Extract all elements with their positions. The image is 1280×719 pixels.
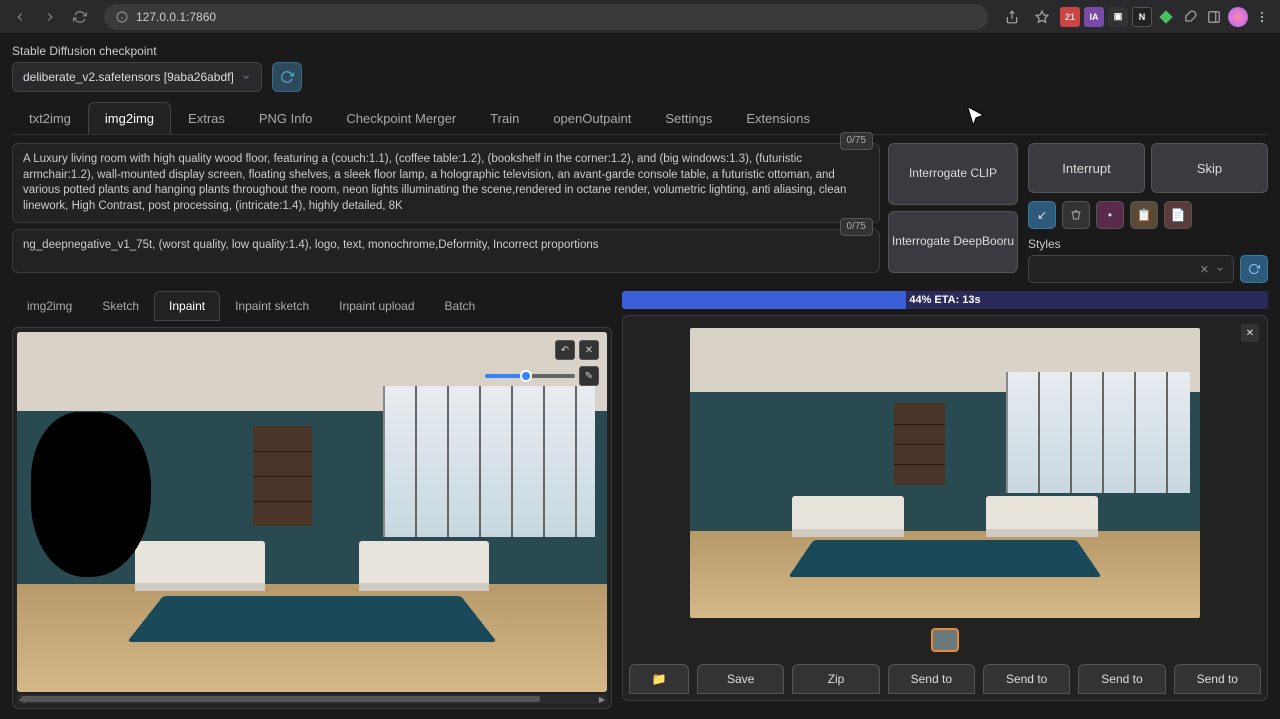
prompt-token-counter: 0/75 xyxy=(840,132,873,150)
tool-arrow-button[interactable]: ↙ xyxy=(1028,201,1056,229)
output-image[interactable] xyxy=(690,328,1200,618)
output-panel: ✕ 📁 Save Zip xyxy=(622,315,1268,701)
checkpoint-select[interactable]: deliberate_v2.safetensors [9aba26abdf] xyxy=(12,62,262,92)
chevron-down-icon xyxy=(1215,264,1225,274)
tab-pnginfo[interactable]: PNG Info xyxy=(242,102,329,134)
bookmark-button[interactable] xyxy=(1030,5,1054,29)
profile-button[interactable] xyxy=(1228,7,1248,27)
save-button[interactable]: Save xyxy=(697,664,784,694)
tab-openoutpaint[interactable]: openOutpaint xyxy=(536,102,648,134)
interrupt-button[interactable]: Interrupt xyxy=(1028,143,1145,193)
subtab-img2img[interactable]: img2img xyxy=(12,291,87,321)
styles-select[interactable]: ✕ xyxy=(1028,255,1234,283)
brush-edit-button[interactable]: ✎ xyxy=(579,366,599,386)
tab-extras[interactable]: Extras xyxy=(171,102,242,134)
tab-train[interactable]: Train xyxy=(473,102,536,134)
subtab-inpaint[interactable]: Inpaint xyxy=(154,291,220,321)
interrogate-clip-button[interactable]: Interrogate CLIP xyxy=(888,143,1018,205)
tab-settings[interactable]: Settings xyxy=(648,102,729,134)
extension-icon[interactable]: ▣ xyxy=(1108,7,1128,27)
output-thumbnail[interactable] xyxy=(931,628,959,652)
tool-trash-button[interactable] xyxy=(1062,201,1090,229)
clear-button[interactable]: ✕ xyxy=(579,340,599,360)
negative-prompt-textarea[interactable]: 0/75 ng_deepnegative_v1_75t, (worst qual… xyxy=(12,229,880,273)
subtab-inpaint-sketch[interactable]: Inpaint sketch xyxy=(220,291,324,321)
tab-extensions[interactable]: Extensions xyxy=(729,102,827,134)
refresh-checkpoint-button[interactable] xyxy=(272,62,302,92)
site-info-icon xyxy=(114,9,130,25)
menu-button[interactable] xyxy=(1252,7,1272,27)
apply-styles-button[interactable] xyxy=(1240,255,1268,283)
extensions-button[interactable] xyxy=(1180,7,1200,27)
chevron-down-icon xyxy=(241,72,251,82)
undo-button[interactable]: ↶ xyxy=(555,340,575,360)
extension-icon[interactable]: IA xyxy=(1084,7,1104,27)
main-tabs: txt2img img2img Extras PNG Info Checkpoi… xyxy=(12,102,1268,135)
styles-label: Styles xyxy=(1028,237,1268,251)
inpaint-canvas[interactable]: ↶ ✕ ✎ xyxy=(17,332,607,692)
reload-button[interactable] xyxy=(68,5,92,29)
subtab-sketch[interactable]: Sketch xyxy=(87,291,154,321)
extension-icon[interactable]: 21 xyxy=(1060,7,1080,27)
neg-prompt-text: ng_deepnegative_v1_75t, (worst quality, … xyxy=(23,239,599,251)
back-button[interactable] xyxy=(8,5,32,29)
tool-file-button[interactable]: 📄 xyxy=(1164,201,1192,229)
neg-prompt-token-counter: 0/75 xyxy=(840,218,873,236)
url-bar[interactable]: 127.0.0.1:7860 xyxy=(104,4,988,30)
inpaint-canvas-panel: ↶ ✕ ✎ ◀ ▶ xyxy=(12,327,612,709)
tool-pink-button[interactable]: • xyxy=(1096,201,1124,229)
tab-img2img[interactable]: img2img xyxy=(88,102,171,134)
sidepanel-button[interactable] xyxy=(1204,7,1224,27)
prompt-text: A Luxury living room with high quality w… xyxy=(23,153,846,212)
canvas-scrollbar[interactable]: ◀ ▶ xyxy=(17,694,607,704)
clear-styles-icon[interactable]: ✕ xyxy=(1200,263,1209,276)
open-folder-button[interactable]: 📁 xyxy=(629,664,689,694)
forward-button[interactable] xyxy=(38,5,62,29)
checkpoint-label: Stable Diffusion checkpoint xyxy=(12,44,262,58)
progress-bar: 44% ETA: 13s xyxy=(622,291,1268,309)
send-to-button-4[interactable]: Send to xyxy=(1174,664,1261,694)
skip-button[interactable]: Skip xyxy=(1151,143,1268,193)
url-text: 127.0.0.1:7860 xyxy=(136,10,216,24)
send-to-button-1[interactable]: Send to xyxy=(888,664,975,694)
tab-checkpoint-merger[interactable]: Checkpoint Merger xyxy=(329,102,473,134)
share-button[interactable] xyxy=(1000,5,1024,29)
subtab-batch[interactable]: Batch xyxy=(430,291,491,321)
checkpoint-value: deliberate_v2.safetensors [9aba26abdf] xyxy=(23,70,234,84)
progress-text: 44% ETA: 13s xyxy=(622,291,1268,309)
tool-clipboard-button[interactable]: 📋 xyxy=(1130,201,1158,229)
prompt-textarea[interactable]: 0/75 A Luxury living room with high qual… xyxy=(12,143,880,223)
send-to-button-2[interactable]: Send to xyxy=(983,664,1070,694)
inpaint-mask xyxy=(31,412,151,577)
brush-size-slider[interactable] xyxy=(485,374,575,378)
send-to-button-3[interactable]: Send to xyxy=(1078,664,1165,694)
extension-icon[interactable]: N xyxy=(1132,7,1152,27)
close-output-button[interactable]: ✕ xyxy=(1241,324,1259,342)
zip-button[interactable]: Zip xyxy=(792,664,879,694)
extension-icon[interactable] xyxy=(1156,7,1176,27)
interrogate-deepbooru-button[interactable]: Interrogate DeepBooru xyxy=(888,211,1018,273)
tab-txt2img[interactable]: txt2img xyxy=(12,102,88,134)
subtab-inpaint-upload[interactable]: Inpaint upload xyxy=(324,291,429,321)
